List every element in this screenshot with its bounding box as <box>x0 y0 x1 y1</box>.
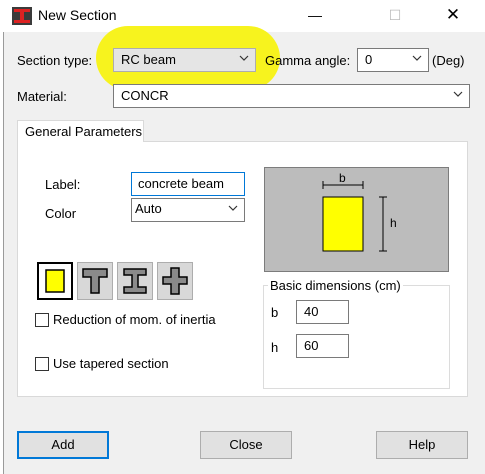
minimize-icon[interactable]: — <box>292 0 338 32</box>
maximize-icon[interactable]: ☐ <box>372 0 418 32</box>
b-dimension-label: b <box>339 171 346 185</box>
chevron-down-icon <box>239 55 249 61</box>
tapered-label: Use tapered section <box>53 356 169 371</box>
shape-i-section-button[interactable] <box>117 262 153 300</box>
basic-dimensions-legend: Basic dimensions (cm) <box>268 278 403 293</box>
label-input-value: concrete beam <box>138 176 224 191</box>
section-type-label: Section type: <box>17 53 93 68</box>
shape-rectangle-button[interactable] <box>37 262 73 300</box>
close-icon[interactable]: ✕ <box>430 0 476 32</box>
gamma-angle-label: Gamma angle: <box>265 53 351 68</box>
tapered-checkbox[interactable] <box>35 357 49 371</box>
help-button[interactable]: Help <box>376 431 468 459</box>
h-label: h <box>271 340 279 355</box>
section-type-dropdown[interactable]: RC beam <box>113 48 256 72</box>
color-dropdown[interactable]: Auto <box>131 198 245 222</box>
t-section-icon <box>82 268 108 294</box>
chevron-down-icon <box>453 91 463 97</box>
label-input[interactable]: concrete beam <box>131 172 245 196</box>
close-button[interactable]: Close <box>200 431 292 459</box>
gamma-angle-value: 0 <box>365 52 373 67</box>
b-input[interactable]: 40 <box>296 300 349 324</box>
section-type-value: RC beam <box>121 52 176 67</box>
shape-cross-section-button[interactable] <box>157 262 193 300</box>
i-beam-app-icon <box>12 7 32 25</box>
material-dropdown[interactable]: CONCR <box>113 84 470 108</box>
tab-label: General Parameters <box>25 124 143 139</box>
b-label: b <box>271 305 279 320</box>
add-button[interactable]: Add <box>17 431 109 459</box>
chevron-down-icon <box>412 55 422 61</box>
color-label: Color <box>45 206 77 221</box>
label-field-label: Label: <box>45 177 81 192</box>
shape-t-section-button[interactable] <box>77 262 113 300</box>
reduction-checkbox[interactable] <box>35 313 49 327</box>
material-value: CONCR <box>121 88 169 103</box>
chevron-down-icon <box>228 205 238 211</box>
reduction-label: Reduction of mom. of inertia <box>53 312 216 327</box>
h-input-value: 60 <box>304 338 319 353</box>
beam-diagram: b h <box>322 171 397 252</box>
gamma-angle-dropdown[interactable]: 0 <box>357 48 429 72</box>
basic-dimensions-group <box>263 285 450 389</box>
section-preview: b h <box>264 167 449 272</box>
tab-general-parameters[interactable]: General Parameters <box>17 120 144 142</box>
color-value: Auto <box>135 201 162 216</box>
gamma-unit: (Deg) <box>432 53 465 68</box>
b-input-value: 40 <box>304 304 319 319</box>
h-dimension-label: h <box>390 216 397 230</box>
h-input[interactable]: 60 <box>296 334 349 358</box>
i-section-icon <box>123 268 147 294</box>
cross-section-icon <box>162 267 188 295</box>
material-label: Material: <box>17 89 67 104</box>
window-title: New Section <box>38 7 117 23</box>
rectangle-icon <box>45 269 65 293</box>
